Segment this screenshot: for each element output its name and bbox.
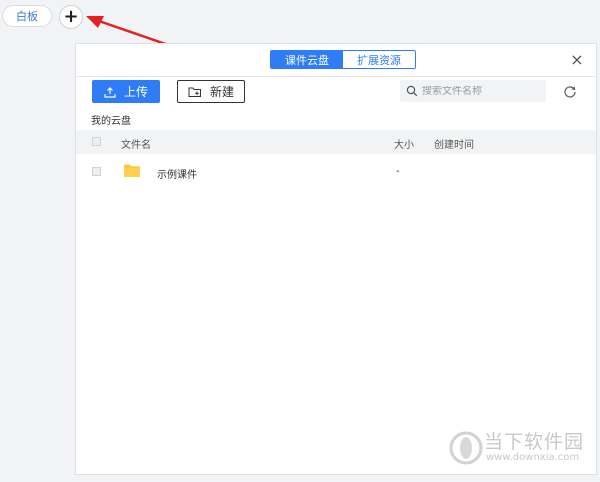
search-input[interactable] [422, 85, 540, 97]
upload-icon [104, 86, 116, 98]
column-header-created: 创建时间 [434, 140, 474, 151]
column-header-size: 大小 [394, 140, 414, 151]
whiteboard-tab[interactable]: 白板 [2, 5, 52, 27]
row-file-size: - [396, 166, 400, 177]
upload-button[interactable]: 上传 [92, 80, 160, 103]
folder-icon [124, 164, 140, 177]
breadcrumb: 我的云盘 [91, 116, 131, 127]
new-folder-button-label: 新建 [209, 85, 234, 99]
whiteboard-tab-label: 白板 [16, 10, 38, 23]
add-tab-button[interactable]: + [59, 5, 83, 29]
column-header-name: 文件名 [121, 140, 151, 151]
row-checkbox[interactable] [92, 167, 101, 176]
table-header: 文件名 大小 创建时间 [76, 130, 596, 154]
cloud-file-panel: 课件云盘 扩展资源 × 上传 新建 我的云盘 文件名 大小 创建时间 [75, 43, 597, 475]
new-folder-icon [188, 87, 201, 97]
watermark-title: 当下软件园 [484, 431, 585, 453]
search-icon [406, 85, 418, 97]
select-all-checkbox[interactable] [92, 137, 101, 146]
plus-icon: + [63, 6, 79, 27]
search-box [400, 80, 546, 102]
upload-button-label: 上传 [123, 85, 148, 99]
panel-header: 课件云盘 扩展资源 × [76, 44, 596, 77]
tab-extended-resources[interactable]: 扩展资源 [343, 51, 415, 68]
new-folder-button[interactable]: 新建 [177, 80, 245, 103]
source-segmented-control: 课件云盘 扩展资源 [270, 50, 416, 69]
refresh-icon[interactable] [562, 84, 578, 100]
close-icon[interactable]: × [568, 50, 586, 69]
row-file-name: 示例课件 [157, 170, 197, 181]
watermark-url: www.downxia.com [486, 452, 580, 463]
tab-courseware-cloud[interactable]: 课件云盘 [271, 51, 343, 68]
table-row[interactable]: 示例课件 - [76, 160, 596, 184]
